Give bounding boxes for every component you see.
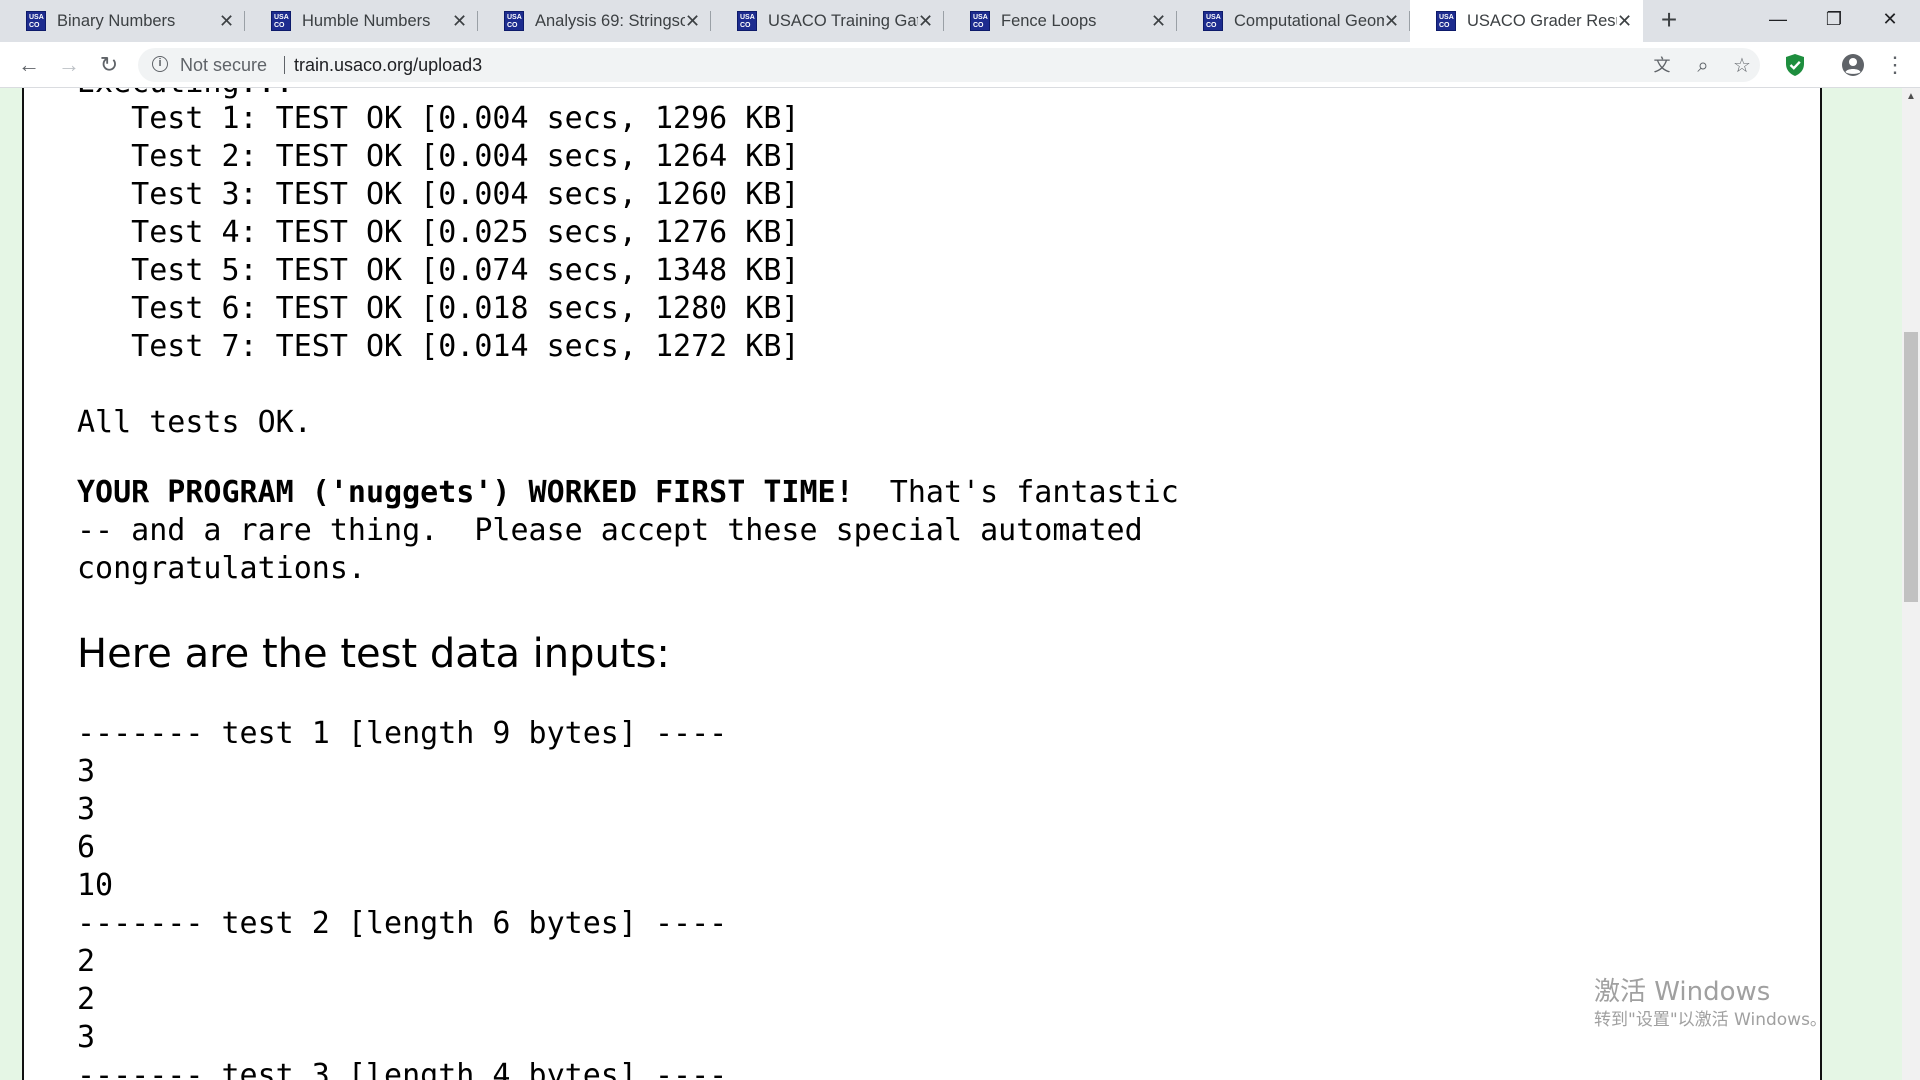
reload-button[interactable]: ↻	[94, 50, 124, 80]
content-frame-border	[1820, 88, 1822, 1080]
congrats-bold: YOUR PROGRAM ('nuggets') WORKED FIRST TI…	[77, 475, 854, 510]
tab-usaco-grader-results[interactable]: USA CO USACO Grader Resul ✕	[1410, 0, 1643, 42]
test2-data-line: 3	[77, 1020, 96, 1055]
tab-close-icon[interactable]: ✕	[918, 0, 933, 42]
tab-computational-geometry[interactable]: USA CO Computational Geom ✕	[1177, 0, 1410, 42]
bookmark-star-icon[interactable]: ☆	[1730, 54, 1754, 78]
test-data-output: ------- test 1 [length 9 bytes] ---- 3 3…	[77, 88, 727, 1080]
back-button[interactable]: ←	[14, 50, 44, 80]
tab-title: Computational Geom	[1234, 12, 1384, 30]
test2-data-line: 2	[77, 944, 96, 979]
congrats-rest: That's fantastic	[853, 475, 1179, 510]
watermark-line-2: 转到"设置"以激活 Windows。	[1594, 1010, 1827, 1030]
minimize-button[interactable]: —	[1748, 0, 1808, 42]
shield-check-icon[interactable]	[1780, 50, 1810, 80]
tab-analysis-69[interactable]: USA CO Analysis 69: Stringsol ✕	[478, 0, 711, 42]
page-viewport: Executing... Test 1: TEST OK [0.004 secs…	[0, 88, 1920, 1080]
test-result-line: Test 3: TEST OK [0.004 secs, 1260 KB]	[77, 177, 800, 212]
tab-fence-loops[interactable]: USA CO Fence Loops ✕	[944, 0, 1177, 42]
test-result-line: Test 5: TEST OK [0.074 secs, 1348 KB]	[77, 253, 800, 288]
congrats-line-2: -- and a rare thing. Please accept these…	[77, 513, 1143, 548]
test1-data-line: 6	[77, 830, 96, 865]
windows-activation-watermark: 激活 Windows 转到"设置"以激活 Windows。	[1594, 976, 1827, 1032]
tab-close-icon[interactable]: ✕	[685, 0, 700, 42]
test-result-line: Test 1: TEST OK [0.004 secs, 1296 KB]	[77, 101, 800, 136]
usaco-favicon-icon: USA CO	[26, 11, 46, 31]
test-result-line: Test 2: TEST OK [0.004 secs, 1264 KB]	[77, 139, 800, 174]
usaco-favicon-icon: USA CO	[271, 11, 291, 31]
congrats-line-3: congratulations.	[77, 551, 366, 586]
translate-icon[interactable]: 文	[1650, 54, 1674, 78]
address-bar[interactable]: i Not secure train.usaco.org/upload3 文 ⌕…	[138, 48, 1760, 82]
test2-data-line: 2	[77, 982, 96, 1017]
tab-close-icon[interactable]: ✕	[452, 0, 467, 42]
test-result-line: Test 6: TEST OK [0.018 secs, 1280 KB]	[77, 291, 800, 326]
test2-header: ------- test 2 [length 6 bytes] ----	[77, 906, 728, 941]
forward-button[interactable]: →	[54, 50, 84, 80]
tab-binary-numbers[interactable]: USA CO Binary Numbers ✕	[0, 0, 245, 42]
watermark-line-1: 激活 Windows	[1594, 977, 1771, 1007]
left-page-band	[0, 88, 22, 1080]
security-status[interactable]: Not secure	[180, 48, 267, 82]
tab-title: Fence Loops	[1001, 12, 1097, 30]
usaco-favicon-icon: USA CO	[1436, 11, 1456, 31]
test1-data-line: 10	[77, 868, 114, 903]
browser-toolbar: ← → ↻ i Not secure train.usaco.org/uploa…	[0, 42, 1920, 88]
menu-kebab-icon[interactable]: ⋮	[1880, 50, 1910, 80]
content-frame-border	[22, 88, 24, 1080]
url-text[interactable]: train.usaco.org/upload3	[294, 48, 482, 82]
test-result-line: Test 7: TEST OK [0.014 secs, 1272 KB]	[77, 329, 800, 364]
vertical-scrollbar[interactable]: ▲	[1902, 88, 1920, 1080]
usaco-favicon-icon: USA CO	[1203, 11, 1223, 31]
scrollbar-thumb[interactable]	[1904, 332, 1918, 602]
congrats-line-1: YOUR PROGRAM ('nuggets') WORKED FIRST TI…	[77, 474, 1179, 512]
zoom-icon[interactable]: ⌕	[1691, 54, 1715, 78]
restore-button[interactable]: ❐	[1804, 0, 1864, 42]
tab-close-icon[interactable]: ✕	[1151, 0, 1166, 42]
tab-close-icon[interactable]: ✕	[1384, 0, 1399, 42]
test1-data-line: 3	[77, 792, 96, 827]
tab-close-icon[interactable]: ✕	[219, 0, 234, 42]
scroll-up-arrow-icon[interactable]: ▲	[1902, 88, 1920, 106]
usaco-favicon-icon: USA CO	[737, 11, 757, 31]
test3-header: ------- test 3 [length 4 bytes] ----	[77, 1058, 728, 1080]
account-circle-icon[interactable]	[1838, 50, 1868, 80]
tab-title: USACO Training Gate	[768, 12, 918, 30]
tab-strip: USA CO Binary Numbers ✕ USA CO Humble Numb…	[0, 0, 1920, 42]
address-divider	[284, 56, 285, 74]
test-data-heading: Here are the test data inputs:	[77, 631, 670, 677]
usaco-favicon-icon: USA CO	[970, 11, 990, 31]
tab-humble-numbers[interactable]: USA CO Humble Numbers ✕	[245, 0, 478, 42]
test1-data-line: 3	[77, 754, 96, 789]
tab-title: Analysis 69: Stringsol	[535, 12, 685, 30]
tab-title: USACO Grader Resul	[1467, 12, 1617, 30]
tab-title: Binary Numbers	[57, 12, 176, 30]
test1-header: ------- test 1 [length 9 bytes] ----	[77, 716, 728, 751]
new-tab-button[interactable]: +	[1654, 6, 1684, 36]
close-window-button[interactable]: ✕	[1860, 0, 1920, 42]
site-info-icon[interactable]: i	[152, 56, 168, 72]
tab-usaco-training-gate[interactable]: USA CO USACO Training Gate ✕	[711, 0, 944, 42]
tab-title: Humble Numbers	[302, 12, 431, 30]
test-result-line: Test 4: TEST OK [0.025 secs, 1276 KB]	[77, 215, 800, 250]
usaco-favicon-icon: USA CO	[504, 11, 524, 31]
tab-close-icon[interactable]: ✕	[1617, 0, 1632, 42]
right-page-band	[1822, 88, 1902, 1080]
